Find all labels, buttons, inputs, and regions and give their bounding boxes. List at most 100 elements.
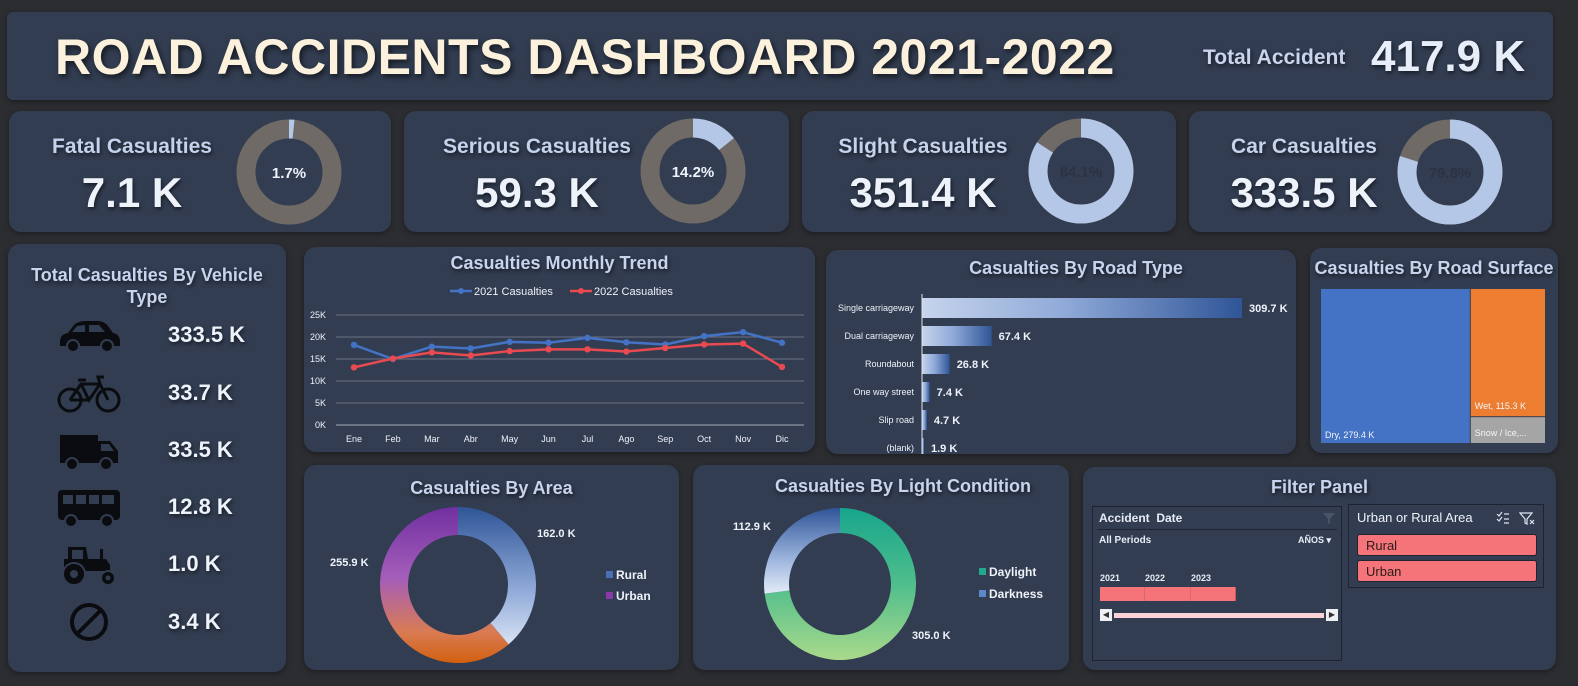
- data-point: [545, 346, 552, 353]
- donut-pct-label: 1.7%: [272, 165, 306, 182]
- vehicle-type-panel: Total Casualties By Vehicle Type 333.5 K…: [8, 244, 286, 672]
- scroll-right-icon[interactable]: ▶: [1326, 609, 1338, 621]
- kpi-title: Fatal Casualties: [52, 135, 212, 158]
- divider: [1097, 529, 1337, 530]
- kpi-value: 7.1 K: [81, 169, 183, 216]
- data-point: [467, 345, 474, 352]
- vehicle-row: 1.0 K: [8, 541, 286, 591]
- x-tick-label: Mar: [424, 434, 440, 444]
- vehicle-row: 12.8 K: [8, 484, 286, 534]
- kpi-value: 351.4 K: [849, 169, 997, 216]
- accident-date-timeline[interactable]: Accident Date All Periods AÑOS ▾ 2021 20…: [1092, 506, 1342, 661]
- kpi-title: Car Casualties: [1231, 135, 1377, 158]
- monthly-trend-panel: Casualties Monthly Trend 0K 5K 10K 15K 20K 25…: [304, 247, 815, 452]
- vehicle-value: 1.0 K: [168, 551, 221, 576]
- vehicle-value: 33.7 K: [168, 380, 233, 405]
- data-point: [623, 339, 630, 346]
- data-point: [350, 341, 358, 349]
- bus-icon: [58, 490, 120, 528]
- treemap-label: Wet, 115.3 K: [1475, 401, 1526, 411]
- x-tick-label: Feb: [385, 434, 401, 444]
- bar: [922, 326, 992, 346]
- clear-filter-icon[interactable]: [1322, 511, 1336, 525]
- y-tick-label: 5K: [315, 398, 326, 408]
- timeline-scrollbar[interactable]: ◀ ▶: [1100, 609, 1338, 621]
- road-type-chart: Single carriageway 309.7 K Dual carriagewa…: [838, 294, 1288, 454]
- light-condition-panel: Casualties By Light Condition 305.0 K 112…: [693, 465, 1069, 670]
- clear-filter-icon[interactable]: [1519, 511, 1535, 525]
- donut-slice-rural: [458, 507, 536, 645]
- timeline-tick: [1190, 587, 1191, 601]
- treemap-tile-dry: [1321, 289, 1470, 443]
- total-accident-value: 417.9 K: [1371, 32, 1526, 81]
- vehicle-value: 333.5 K: [168, 322, 246, 347]
- slicer-item-urban[interactable]: Urban: [1357, 560, 1537, 582]
- x-tick-label: Abr: [464, 434, 478, 444]
- kpi-donut-chart: 14.2%: [640, 118, 746, 224]
- data-point: [389, 355, 397, 362]
- timeline-selected-range[interactable]: [1100, 587, 1236, 601]
- vehicle-value: 33.5 K: [168, 437, 233, 462]
- data-point: [350, 364, 358, 371]
- van-icon: [60, 435, 118, 471]
- legend-label: 2022 Casualties: [594, 286, 673, 298]
- car-icon: [60, 321, 120, 353]
- period-unit-dropdown[interactable]: AÑOS ▾: [1298, 535, 1331, 546]
- category-label: (blank): [886, 443, 914, 453]
- donut-pct-label: 84.1%: [1060, 164, 1103, 181]
- data-label: 255.9 K: [330, 557, 369, 569]
- tractor-icon: [62, 547, 116, 586]
- bar: [922, 382, 930, 402]
- data-point: [700, 332, 708, 340]
- scroll-left-icon[interactable]: ◀: [1100, 609, 1112, 621]
- vehicle-value: 3.4 K: [168, 609, 221, 634]
- treemap-label: Snow / Ice,...: [1475, 428, 1527, 438]
- bar: [922, 410, 927, 430]
- data-label: 162.0 K: [537, 528, 576, 540]
- legend-swatch: [606, 571, 613, 578]
- light-condition-donut-chart: 305.0 K 112.9 K Daylight Darkness: [733, 508, 1043, 660]
- timeline-tick: [1144, 587, 1145, 601]
- vehicle-row: 33.5 K: [8, 427, 286, 477]
- filter-panel: Filter Panel Accident Date All Periods A…: [1083, 467, 1556, 670]
- data-point: [545, 339, 552, 346]
- category-label: Single carriageway: [838, 303, 915, 313]
- data-label: 26.8 K: [957, 359, 989, 371]
- data-label: 1.9 K: [931, 443, 957, 454]
- y-tick-label: 25K: [310, 310, 326, 320]
- legend-swatch: [979, 590, 986, 597]
- data-point: [623, 348, 630, 355]
- x-tick-label: May: [501, 434, 519, 444]
- vehicle-row: 3.4 K: [8, 599, 286, 649]
- data-point: [662, 344, 669, 352]
- x-tick-label: Dic: [776, 434, 789, 444]
- data-point: [506, 338, 513, 346]
- y-tick-label: 10K: [310, 376, 326, 386]
- data-point: [700, 341, 708, 348]
- treemap-label: Dry, 279.4 K: [1325, 430, 1374, 440]
- kpi-card-car: Car Casualties 333.5 K 79.8%: [1189, 111, 1552, 232]
- vehicle-value: 12.8 K: [168, 494, 233, 519]
- legend-swatch: [606, 592, 613, 599]
- monthly-trend-chart: 0K 5K 10K 15K 20K 25K Ene Feb Mar Abr May Jun Jul Ago…: [310, 286, 804, 444]
- slicer-item-rural[interactable]: Rural: [1357, 534, 1537, 556]
- legend-marker: [578, 288, 584, 294]
- kpi-card-serious: Serious Casualties 59.3 K 14.2%: [404, 111, 789, 232]
- data-point: [778, 363, 786, 371]
- treemap-tile-wet: [1470, 289, 1545, 417]
- x-tick-label: Ago: [618, 434, 634, 444]
- kpi-donut-chart: 1.7%: [236, 119, 342, 225]
- data-label: 67.4 K: [999, 331, 1031, 343]
- legend-label: 2021 Casualties: [474, 286, 553, 298]
- period-unit-label: AÑOS: [1298, 535, 1325, 545]
- header-panel: ROAD ACCIDENTS DASHBOARD 2021-2022 Total…: [7, 12, 1553, 100]
- data-label: 309.7 K: [1249, 303, 1288, 315]
- vehicle-panel-title: Total Casualties By Vehicle Type: [31, 265, 263, 307]
- road-surface-panel: Casualties By Road Surface Dry, 279.4 KW…: [1310, 248, 1558, 453]
- kpi-donut-chart: 84.1%: [1028, 118, 1134, 224]
- area-donut-chart: 162.0 K 255.9 K Rural Urban: [330, 507, 651, 663]
- chevron-down-icon: ▾: [1326, 535, 1332, 545]
- scrollbar-track[interactable]: [1114, 613, 1324, 618]
- area-slicer[interactable]: Urban or Rural Area Rural Urban: [1348, 504, 1544, 588]
- multi-select-icon[interactable]: [1496, 511, 1510, 525]
